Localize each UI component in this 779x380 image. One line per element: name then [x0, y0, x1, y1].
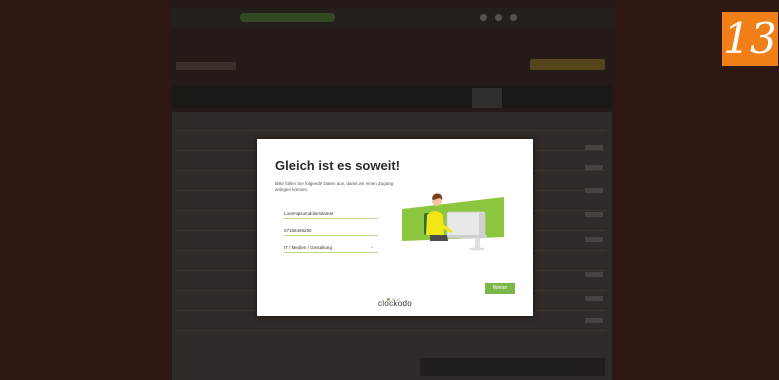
- modal-title: Gleich ist es soweit!: [275, 158, 400, 173]
- company-field[interactable]: [284, 208, 378, 219]
- next-button[interactable]: Weiter: [485, 283, 515, 294]
- modal-description: Bitte füllen Sie folgende Daten aus, dam…: [275, 181, 394, 192]
- industry-select[interactable]: [284, 242, 378, 253]
- phone-field[interactable]: [284, 225, 378, 236]
- onboarding-modal: Gleich ist es soweit! Bitte füllen Sie f…: [257, 139, 533, 316]
- person-at-computer-illustration: [402, 193, 504, 251]
- step-number-badge: 13: [722, 12, 778, 66]
- clockodo-logo: clockodo: [378, 299, 412, 308]
- chevron-down-icon: ⌄: [370, 244, 375, 250]
